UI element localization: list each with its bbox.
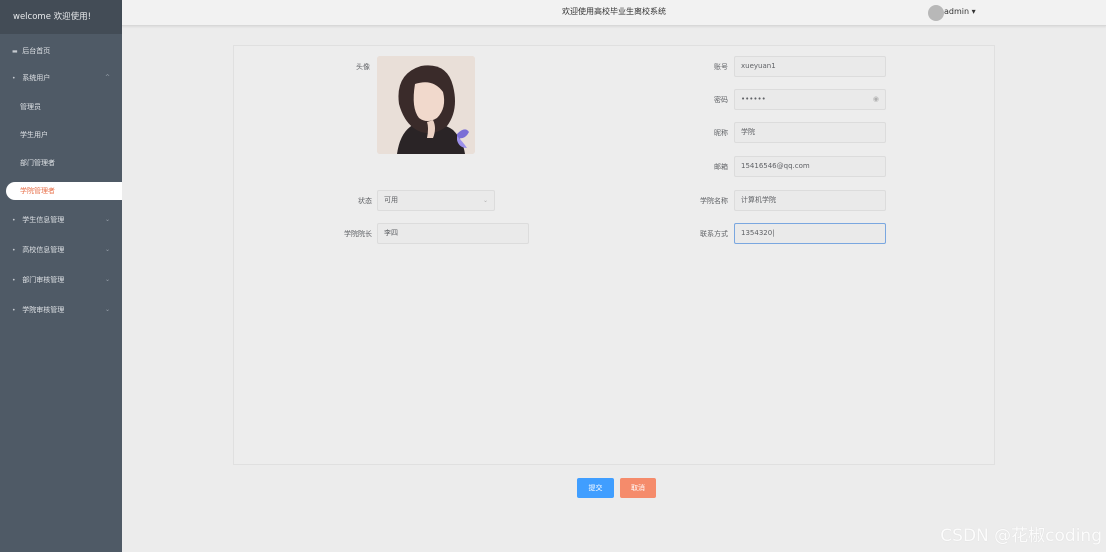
- account-input[interactable]: xueyuan1: [734, 56, 886, 77]
- watermark: CSDN @花椒coding: [940, 526, 1102, 546]
- sidebar-group-system-users[interactable]: • 系统用户 ^: [0, 63, 122, 93]
- account-label: 账号: [714, 63, 728, 71]
- sidebar-item-label: 后台首页: [22, 47, 51, 55]
- cancel-button[interactable]: 取消: [620, 478, 656, 498]
- avatar[interactable]: [928, 5, 944, 21]
- status-select[interactable]: 可用 ⌄: [377, 190, 495, 211]
- sidebar-item-dept-managers[interactable]: 部门管理者: [0, 149, 122, 177]
- status-label: 状态: [358, 197, 372, 205]
- password-label: 密码: [714, 96, 728, 104]
- college-name-input[interactable]: 计算机学院: [734, 190, 886, 211]
- contact-input[interactable]: 1354320|: [734, 223, 886, 244]
- avatar-image[interactable]: [377, 56, 475, 154]
- chevron-down-icon: ⌄: [104, 246, 110, 253]
- sidebar-group-student-info[interactable]: • 学生信息管理 ⌄: [0, 205, 122, 235]
- chevron-down-icon: ⌄: [104, 216, 110, 223]
- sidebar-group-dept-review[interactable]: • 部门审核管理 ⌄: [0, 265, 122, 295]
- status-value: 可用: [384, 196, 398, 204]
- sidebar-item-label: 部门审核管理: [22, 276, 65, 284]
- sidebar-item-label: 学院审核管理: [22, 306, 65, 314]
- user-menu[interactable]: admin ▾: [944, 0, 976, 24]
- portrait-image: [377, 56, 475, 154]
- sidebar: welcome 欢迎使用! ▬ 后台首页 • 系统用户 ^ 管理员 学生用户 部…: [0, 0, 122, 552]
- chevron-down-icon: ⌄: [104, 306, 110, 313]
- submit-button[interactable]: 提交: [577, 478, 614, 498]
- chevron-up-icon: ^: [104, 74, 110, 81]
- sidebar-welcome: welcome 欢迎使用!: [0, 0, 122, 34]
- sidebar-item-label: 系统用户: [22, 74, 51, 82]
- eye-icon[interactable]: ◉: [873, 90, 879, 109]
- sidebar-group-college-info[interactable]: • 高校信息管理 ⌄: [0, 235, 122, 265]
- top-bar: 欢迎使用高校毕业生离校系统 admin ▾: [122, 0, 1106, 26]
- dean-label: 学院院长: [344, 230, 372, 238]
- sidebar-item-label: 学生信息管理: [22, 216, 65, 224]
- bullet-icon: •: [12, 307, 16, 314]
- college-name-label: 学院名称: [700, 197, 728, 205]
- email-label: 邮箱: [714, 163, 728, 171]
- email-input[interactable]: 15416546@qq.com: [734, 156, 886, 177]
- nickname-label: 昵称: [714, 129, 728, 137]
- bullet-icon: •: [12, 217, 16, 224]
- sidebar-item-home[interactable]: ▬ 后台首页: [0, 39, 122, 63]
- sidebar-item-label: 高校信息管理: [22, 246, 65, 254]
- chevron-down-icon: ⌄: [482, 197, 488, 204]
- bullet-icon: •: [12, 75, 16, 82]
- bullet-icon: •: [12, 247, 16, 254]
- sidebar-group-college-review[interactable]: • 学院审核管理 ⌄: [0, 295, 122, 325]
- password-value: ••••••: [741, 95, 766, 103]
- dean-input[interactable]: 李四: [377, 223, 529, 244]
- sidebar-item-student-users[interactable]: 学生用户: [0, 121, 122, 149]
- sidebar-item-admin[interactable]: 管理员: [0, 93, 122, 121]
- chevron-down-icon: ⌄: [104, 276, 110, 283]
- nickname-input[interactable]: 学院: [734, 122, 886, 143]
- home-icon: ▬: [12, 48, 18, 55]
- password-input[interactable]: •••••• ◉: [734, 89, 886, 110]
- bullet-icon: •: [12, 277, 16, 284]
- avatar-label: 头像: [356, 63, 370, 71]
- contact-label: 联系方式: [700, 230, 728, 238]
- sidebar-item-college-managers[interactable]: 学院管理者: [6, 182, 122, 200]
